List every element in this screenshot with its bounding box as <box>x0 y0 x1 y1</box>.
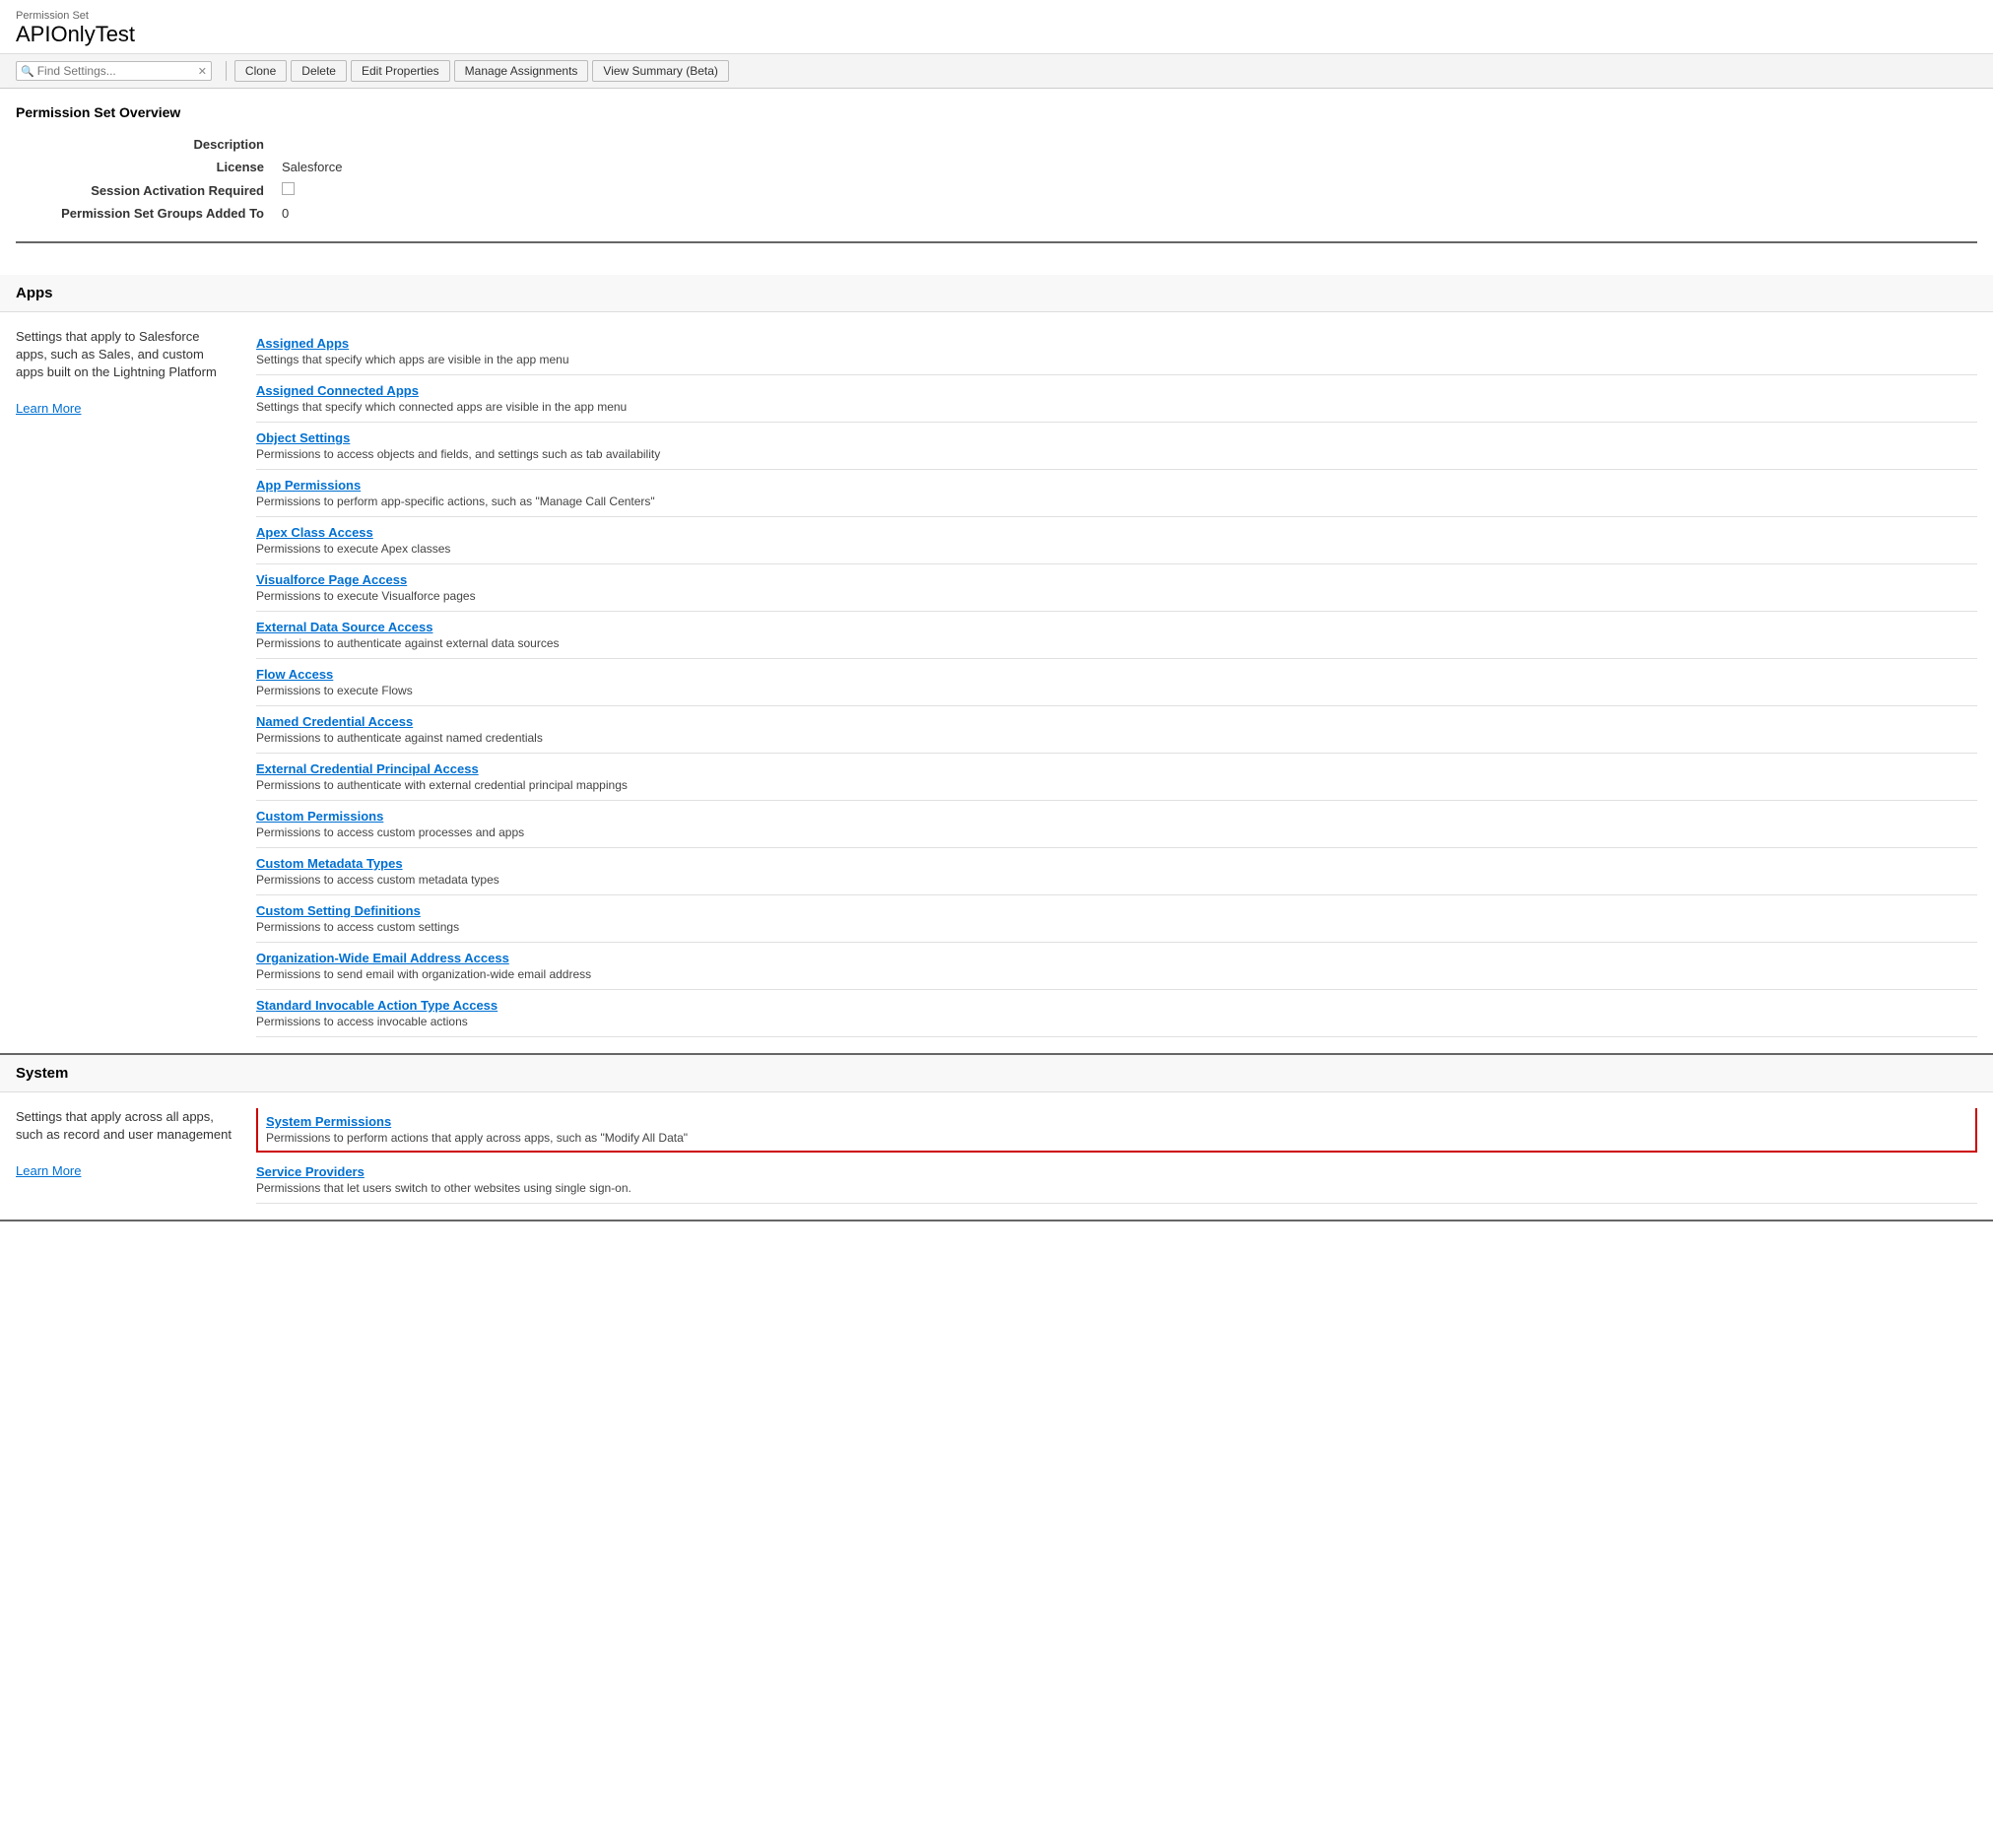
named-credential-access-link[interactable]: Named Credential Access <box>256 714 413 729</box>
apps-section-inner: Settings that apply to Salesforce apps, … <box>0 312 1993 1053</box>
apps-links: Assigned Apps Settings that specify whic… <box>256 328 1977 1037</box>
overview-value-description <box>276 134 1975 155</box>
apps-section: Apps Settings that apply to Salesforce a… <box>0 275 1993 1055</box>
search-wrapper: 🔍 ✕ <box>16 61 212 81</box>
system-section-title: System <box>0 1055 1993 1092</box>
link-system-permissions: System Permissions Permissions to perfor… <box>256 1108 1977 1153</box>
visualforce-page-access-desc: Permissions to execute Visualforce pages <box>256 589 1977 603</box>
link-standard-invocable-action-type-access: Standard Invocable Action Type Access Pe… <box>256 990 1977 1037</box>
app-permissions-desc: Permissions to perform app-specific acti… <box>256 495 1977 508</box>
search-clear-icon[interactable]: ✕ <box>198 65 207 78</box>
link-named-credential-access: Named Credential Access Permissions to a… <box>256 706 1977 754</box>
external-data-source-access-link[interactable]: External Data Source Access <box>256 620 432 634</box>
assigned-connected-apps-link[interactable]: Assigned Connected Apps <box>256 383 419 398</box>
main-content: Permission Set Overview Description Lice… <box>0 89 1993 275</box>
visualforce-page-access-link[interactable]: Visualforce Page Access <box>256 572 407 587</box>
overview-label-groups: Permission Set Groups Added To <box>18 203 274 224</box>
apps-description-text: Settings that apply to Salesforce apps, … <box>16 329 217 379</box>
system-section-inner: Settings that apply across all apps, suc… <box>0 1092 1993 1220</box>
overview-value-groups: 0 <box>276 203 1975 224</box>
link-service-providers: Service Providers Permissions that let u… <box>256 1156 1977 1204</box>
named-credential-access-desc: Permissions to authenticate against name… <box>256 731 1977 745</box>
system-description-text: Settings that apply across all apps, suc… <box>16 1109 232 1142</box>
delete-button[interactable]: Delete <box>291 60 347 82</box>
page-title: APIOnlyTest <box>16 22 1977 47</box>
system-description: Settings that apply across all apps, suc… <box>16 1108 233 1204</box>
overview-table: Description License Salesforce Session A… <box>16 132 1977 226</box>
session-checkbox[interactable] <box>282 182 295 195</box>
overview-label-license: License <box>18 157 274 177</box>
overview-value-session <box>276 179 1975 201</box>
link-visualforce-page-access: Visualforce Page Access Permissions to e… <box>256 564 1977 612</box>
assigned-apps-desc: Settings that specify which apps are vis… <box>256 353 1977 366</box>
assigned-apps-link[interactable]: Assigned Apps <box>256 336 349 351</box>
section-divider-apps <box>16 241 1977 243</box>
custom-metadata-types-desc: Permissions to access custom metadata ty… <box>256 873 1977 887</box>
service-providers-link[interactable]: Service Providers <box>256 1164 365 1179</box>
link-assigned-connected-apps: Assigned Connected Apps Settings that sp… <box>256 375 1977 423</box>
clone-button[interactable]: Clone <box>234 60 287 82</box>
overview-section-title: Permission Set Overview <box>16 104 1977 120</box>
edit-properties-button[interactable]: Edit Properties <box>351 60 450 82</box>
external-credential-principal-access-desc: Permissions to authenticate with externa… <box>256 778 1977 792</box>
link-custom-setting-definitions: Custom Setting Definitions Permissions t… <box>256 895 1977 943</box>
page-header: Permission Set APIOnlyTest <box>0 0 1993 54</box>
flow-access-desc: Permissions to execute Flows <box>256 684 1977 697</box>
overview-row-session: Session Activation Required <box>18 179 1975 201</box>
overview-value-license: Salesforce <box>276 157 1975 177</box>
overview-label-session: Session Activation Required <box>18 179 274 201</box>
external-credential-principal-access-link[interactable]: External Credential Principal Access <box>256 761 479 776</box>
page-label: Permission Set <box>16 10 1977 22</box>
toolbar-divider <box>226 61 227 81</box>
org-wide-email-address-access-link[interactable]: Organization-Wide Email Address Access <box>256 951 509 965</box>
apex-class-access-link[interactable]: Apex Class Access <box>256 525 373 540</box>
overview-row-groups: Permission Set Groups Added To 0 <box>18 203 1975 224</box>
search-icon: 🔍 <box>21 65 34 78</box>
apps-section-title: Apps <box>0 275 1993 312</box>
link-org-wide-email-address-access: Organization-Wide Email Address Access P… <box>256 943 1977 990</box>
service-providers-desc: Permissions that let users switch to oth… <box>256 1181 1977 1195</box>
system-links: System Permissions Permissions to perfor… <box>256 1108 1977 1204</box>
external-data-source-access-desc: Permissions to authenticate against exte… <box>256 636 1977 650</box>
link-external-data-source-access: External Data Source Access Permissions … <box>256 612 1977 659</box>
flow-access-link[interactable]: Flow Access <box>256 667 333 682</box>
custom-setting-definitions-desc: Permissions to access custom settings <box>256 920 1977 934</box>
standard-invocable-action-type-access-link[interactable]: Standard Invocable Action Type Access <box>256 998 498 1013</box>
link-object-settings: Object Settings Permissions to access ob… <box>256 423 1977 470</box>
overview-row-license: License Salesforce <box>18 157 1975 177</box>
link-assigned-apps: Assigned Apps Settings that specify whic… <box>256 328 1977 375</box>
org-wide-email-address-access-desc: Permissions to send email with organizat… <box>256 967 1977 981</box>
object-settings-link[interactable]: Object Settings <box>256 430 350 445</box>
link-custom-metadata-types: Custom Metadata Types Permissions to acc… <box>256 848 1977 895</box>
custom-metadata-types-link[interactable]: Custom Metadata Types <box>256 856 403 871</box>
assigned-connected-apps-desc: Settings that specify which connected ap… <box>256 400 1977 414</box>
custom-setting-definitions-link[interactable]: Custom Setting Definitions <box>256 903 421 918</box>
apps-learn-more-link[interactable]: Learn More <box>16 401 81 416</box>
link-flow-access: Flow Access Permissions to execute Flows <box>256 659 1977 706</box>
overview-label-description: Description <box>18 134 274 155</box>
link-app-permissions: App Permissions Permissions to perform a… <box>256 470 1977 517</box>
system-section: System Settings that apply across all ap… <box>0 1055 1993 1221</box>
app-permissions-link[interactable]: App Permissions <box>256 478 361 493</box>
link-apex-class-access: Apex Class Access Permissions to execute… <box>256 517 1977 564</box>
toolbar: 🔍 ✕ Clone Delete Edit Properties Manage … <box>0 54 1993 89</box>
search-input[interactable] <box>37 64 195 78</box>
manage-assignments-button[interactable]: Manage Assignments <box>454 60 589 82</box>
overview-row-description: Description <box>18 134 1975 155</box>
link-external-credential-principal-access: External Credential Principal Access Per… <box>256 754 1977 801</box>
custom-permissions-link[interactable]: Custom Permissions <box>256 809 383 824</box>
apex-class-access-desc: Permissions to execute Apex classes <box>256 542 1977 556</box>
system-permissions-desc: Permissions to perform actions that appl… <box>266 1131 1967 1145</box>
apps-description: Settings that apply to Salesforce apps, … <box>16 328 233 1037</box>
custom-permissions-desc: Permissions to access custom processes a… <box>256 825 1977 839</box>
view-summary-button[interactable]: View Summary (Beta) <box>592 60 728 82</box>
system-learn-more-link[interactable]: Learn More <box>16 1163 81 1178</box>
standard-invocable-action-type-access-desc: Permissions to access invocable actions <box>256 1015 1977 1028</box>
link-custom-permissions: Custom Permissions Permissions to access… <box>256 801 1977 848</box>
object-settings-desc: Permissions to access objects and fields… <box>256 447 1977 461</box>
system-permissions-link[interactable]: System Permissions <box>266 1114 391 1129</box>
